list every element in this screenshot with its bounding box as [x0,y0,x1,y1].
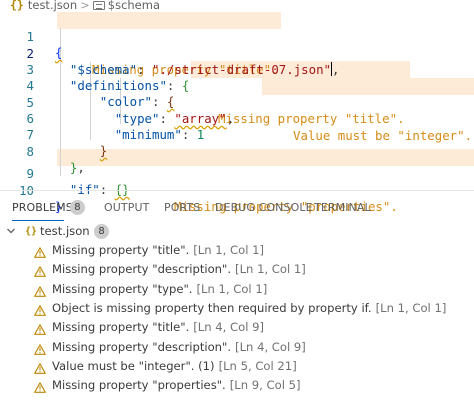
problem-message: Missing property "title". [Ln 1, Col 1] [52,241,264,260]
problem-item[interactable]: Missing property "type". [Ln 1, Col 1] [0,280,474,299]
problem-message: Missing property "title". [Ln 4, Col 9] [52,318,264,337]
json-braces-icon: {} [25,226,38,237]
warning-triangle-icon [34,342,46,355]
problem-item[interactable]: Object is missing property then required… [0,299,474,318]
problem-message: Object is missing property then required… [52,299,446,318]
tab-terminal[interactable]: TERMINAL [314,201,371,214]
problem-text: Missing property "title". [52,243,190,257]
problem-item[interactable]: Value must be "integer". (1) [Ln 5, Col 2… [0,357,474,376]
problem-item[interactable]: Missing property "description". [Ln 1, Co… [0,260,474,279]
problems-file-group[interactable]: {} test.json 8 [0,222,474,241]
code-line-9: 9 "if": {} Missing property "properties"… [0,149,474,214]
tab-label: PROBLEMS [12,201,73,214]
panel-divider [0,190,474,191]
active-tab-indicator [12,220,64,221]
warning-triangle-icon [34,264,46,278]
tab-output[interactable]: OUTPUT [104,201,149,214]
tab-debug-console[interactable]: DEBUG CONSOLE [215,201,313,214]
panel-tabs: PROBLEMS 8 OUTPUT PORTS DEBUG CONSOLE TE… [0,197,474,221]
problem-text: Missing property "description". [52,339,232,354]
problem-location: [Ln 5, Col 21] [218,358,297,373]
code-line-3: 3 "definitions": { [0,45,474,94]
code-line-6: 6 "minimum": 1 [0,94,474,143]
code-line-10: 10 } [0,166,474,215]
warning-triangle-icon [34,380,46,393]
problem-location: [Ln 1, Col 1] [235,262,306,277]
problem-message: Missing property "type". [Ln 1, Col 1] [52,280,267,299]
tab-ports[interactable]: PORTS [164,201,200,214]
problem-message: Value must be "integer". (1) [Ln 5, Col 2… [52,357,297,376]
problem-text: Missing property "description". [52,262,232,277]
code-line-4: 4 "color": { Missing property "title". [0,61,474,126]
warning-triangle-icon [34,361,46,374]
warning-triangle-icon [34,284,46,297]
tab-problems[interactable]: PROBLEMS 8 [12,200,85,215]
problem-text: Value must be "integer". (1) [52,358,215,373]
problem-location: [Ln 4, Col 9] [193,320,265,335]
tab-label: PORTS [164,201,201,214]
problems-count-badge: 8 [70,200,85,215]
problem-message: Missing property "description". [Ln 4, Co… [52,338,306,357]
warning-triangle-icon [34,322,46,336]
problem-message: Missing property "description". [Ln 1, Co… [52,260,306,279]
code-line-2: 2 "$schema": "./strict-draft-07.json", [0,29,474,78]
problem-location: [Ln 1, Col 1] [193,243,265,257]
code-line-5: 5 "type": "array", Value must be "intege… [0,78,474,143]
problem-location: [Ln 1, Col 1] [375,300,447,315]
problem-location: [Ln 1, Col 1] [196,281,268,296]
problem-text: Missing property "properties". [52,378,226,393]
problem-text: Object is missing property then required… [52,300,372,315]
problem-item[interactable]: Missing property "title". [Ln 4, Col 9] [0,318,474,337]
problem-message: Missing property "properties". [Ln 9, Col… [52,376,301,395]
warning-triangle-icon [34,245,46,258]
code-editor[interactable]: 1 { Missing property "title". 2 "$schema… [0,10,474,215]
problem-item[interactable]: Missing property "description". [Ln 4, Co… [0,338,474,357]
problem-text: Missing property "title". [52,320,190,335]
tab-label: OUTPUT [104,201,150,214]
tab-label: DEBUG CONSOLE [215,201,313,214]
property-icon [92,1,105,10]
problem-location: [Ln 9, Col 5] [229,378,301,393]
file-problem-count-badge: 8 [94,224,109,239]
problem-item[interactable]: Missing property "title". [Ln 1, Col 1] [0,241,474,260]
problem-text: Missing property "type". [52,281,193,296]
code-line-7: 7 } [0,110,474,159]
problem-location: [Ln 4, Col 9] [235,339,306,354]
tab-label: TERMINAL [314,201,371,214]
code-line-8: 8 }, [0,127,474,176]
problems-file-name: test.json [40,224,90,238]
warning-triangle-icon [34,303,46,316]
code-line-1: 1 { Missing property "title". [0,12,474,77]
problem-item[interactable]: Missing property "properties". [Ln 9, Col… [0,376,474,395]
